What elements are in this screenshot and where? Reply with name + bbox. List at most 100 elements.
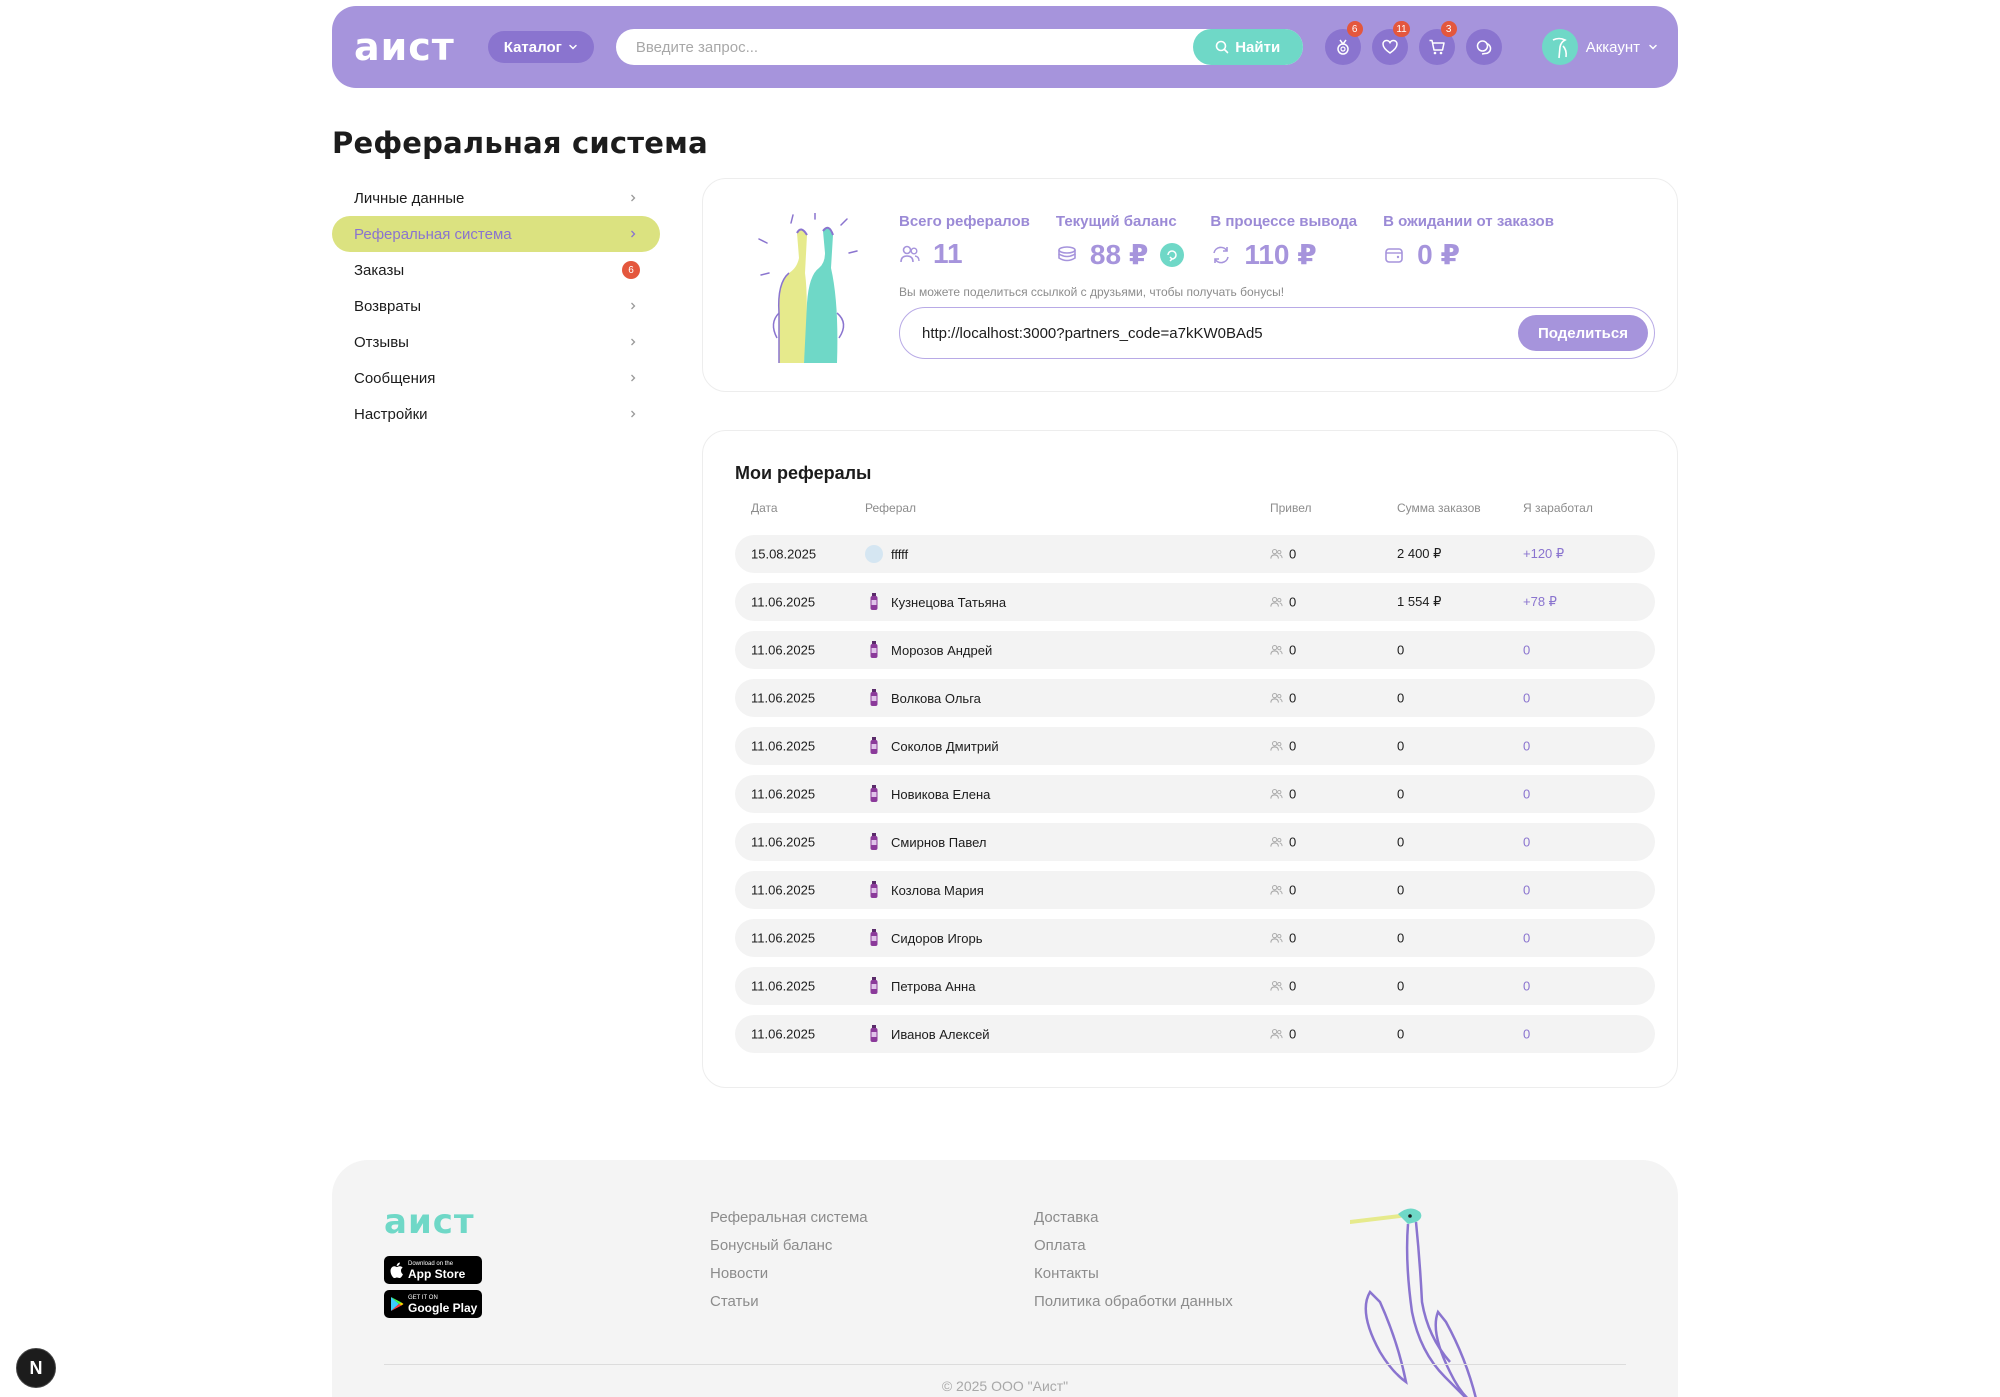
footer-logo[interactable]: аист xyxy=(384,1202,475,1242)
cell-brought: 0 xyxy=(1270,835,1296,850)
footer-link-privacy[interactable]: Политика обработки данных xyxy=(1034,1288,1233,1316)
chevron-right-icon xyxy=(631,338,636,346)
withdraw-button[interactable] xyxy=(1160,242,1185,267)
sidebar-item-orders[interactable]: Заказы 6 xyxy=(332,252,660,288)
users-icon xyxy=(1270,645,1283,655)
cell-sum: 0 xyxy=(1397,738,1405,754)
cell-date: 11.06.2025 xyxy=(751,690,816,706)
table-row[interactable]: 11.06.2025 Морозов Андрей 0 0 0 xyxy=(735,631,1655,669)
table-row[interactable]: 11.06.2025 Смирнов Павел 0 0 0 xyxy=(735,823,1655,861)
heart-icon xyxy=(1381,39,1398,54)
cell-earned: 0 xyxy=(1523,1026,1531,1042)
cell-earned: 0 xyxy=(1523,882,1531,898)
sidebar-item-reviews[interactable]: Отзывы xyxy=(332,324,660,360)
footer-link-payment[interactable]: Оплата xyxy=(1034,1232,1233,1260)
favorites-button[interactable]: 11 xyxy=(1371,21,1410,65)
cell-referral: Волкова Ольга xyxy=(865,689,981,707)
cell-sum: 1 554 ₽ xyxy=(1397,594,1442,609)
chevron-down-icon xyxy=(1649,44,1657,50)
table-row[interactable]: 11.06.2025 Кузнецова Татьяна 0 1 554 ₽ +78 ₽ xyxy=(735,583,1655,621)
table-row[interactable]: 11.06.2025 Сидоров Игорь 0 0 0 xyxy=(735,919,1655,957)
referral-summary-card: Всего рефералов 11 Текущий баланс 88 ₽ В… xyxy=(702,178,1678,392)
cell-date: 11.06.2025 xyxy=(751,1026,816,1042)
share-link[interactable]: http://localhost:3000?partners_code=a7kK… xyxy=(922,325,1263,342)
cell-sum: 2 400 ₽ xyxy=(1397,546,1442,561)
sidebar-item-returns[interactable]: Возвраты xyxy=(332,288,660,324)
search-icon xyxy=(1215,40,1229,54)
cell-sum: 0 xyxy=(1397,882,1405,898)
cell-date: 11.06.2025 xyxy=(751,642,816,658)
referral-name: Соколов Дмитрий xyxy=(891,738,999,754)
footer-link-contacts[interactable]: Контакты xyxy=(1034,1260,1233,1288)
stat-current-balance: Текущий баланс 88 ₽ xyxy=(1056,213,1185,271)
sidebar-item-settings[interactable]: Настройки xyxy=(332,396,660,432)
search-button[interactable]: Найти xyxy=(1192,29,1303,65)
referral-stats: Всего рефералов 11 Текущий баланс 88 ₽ В… xyxy=(899,213,1580,271)
users-icon xyxy=(1270,693,1283,703)
table-row[interactable]: 11.06.2025 Волкова Ольга 0 0 0 xyxy=(735,679,1655,717)
brought-count: 0 xyxy=(1289,786,1297,802)
app-store-button[interactable]: Download on the App Store xyxy=(384,1256,482,1284)
referral-name: Кузнецова Татьяна xyxy=(891,594,1007,610)
footer-link-bonus[interactable]: Бонусный баланс xyxy=(710,1232,868,1260)
column-header-referral: Реферал xyxy=(865,501,917,515)
cell-referral: Петрова Анна xyxy=(865,977,975,995)
footer-link-referral[interactable]: Реферальная система xyxy=(710,1204,868,1232)
users-icon xyxy=(1270,981,1283,991)
brought-count: 0 xyxy=(1289,690,1297,706)
table-header: Дата Реферал Привел Сумма заказов Я зара… xyxy=(735,501,1655,521)
share-button[interactable]: Поделиться xyxy=(1517,315,1648,351)
referral-name: Сидоров Игорь xyxy=(891,930,983,946)
share-link-box: http://localhost:3000?partners_code=a7kK… xyxy=(899,307,1655,359)
google-play-button[interactable]: GET IT ON Google Play xyxy=(384,1290,482,1318)
sidebar-item-personal-data[interactable]: Личные данные xyxy=(332,180,660,216)
site-footer: аист Download on the App Store GET IT ON… xyxy=(332,1160,1678,1397)
cell-brought: 0 xyxy=(1270,643,1296,658)
copyright: © 2025 ООО "Аист" xyxy=(941,1378,1069,1394)
footer-link-delivery[interactable]: Доставка xyxy=(1034,1204,1233,1232)
cell-referral: Козлова Мария xyxy=(865,881,984,899)
search-input[interactable] xyxy=(615,38,1193,56)
table-row[interactable]: 15.08.2025 fffff 0 2 400 ₽ +120 ₽ xyxy=(735,535,1655,573)
referral-name: Петрова Анна xyxy=(891,978,976,994)
sidebar-item-referral-system[interactable]: Реферальная система xyxy=(332,216,660,252)
favorites-badge: 11 xyxy=(1393,21,1410,37)
table-row[interactable]: 11.06.2025 Иванов Алексей 0 0 0 xyxy=(735,1015,1655,1053)
bonus-icon xyxy=(1336,39,1349,55)
cell-sum: 0 xyxy=(1397,642,1405,658)
chat-icon xyxy=(1476,40,1491,55)
wallet-icon xyxy=(1385,247,1403,263)
cell-earned: +120 ₽ xyxy=(1523,546,1565,561)
bottle-avatar-icon xyxy=(865,641,883,659)
cell-date: 11.06.2025 xyxy=(751,738,816,754)
search-button-label: Найти xyxy=(1235,38,1281,56)
footer-link-articles[interactable]: Статьи xyxy=(710,1288,868,1316)
referrals-table-card: Мои рефералы Дата Реферал Привел Сумма з… xyxy=(702,430,1678,1088)
messages-button[interactable] xyxy=(1465,29,1502,65)
table-row[interactable]: 11.06.2025 Соколов Дмитрий 0 0 0 xyxy=(735,727,1655,765)
table-row[interactable]: 11.06.2025 Новикова Елена 0 0 0 xyxy=(735,775,1655,813)
catalog-button[interactable]: Каталог xyxy=(487,31,594,63)
account-menu[interactable]: Аккаунт xyxy=(1541,29,1658,65)
app-store-big: App Store xyxy=(408,1266,466,1281)
account-label: Аккаунт xyxy=(1585,38,1640,56)
sidebar-item-label: Настройки xyxy=(354,405,428,423)
brought-count: 0 xyxy=(1289,1026,1297,1042)
sidebar-item-messages[interactable]: Сообщения xyxy=(332,360,660,396)
cell-date: 11.06.2025 xyxy=(751,930,816,946)
dev-tools-badge[interactable]: N xyxy=(16,1348,56,1388)
cell-referral: Иванов Алексей xyxy=(865,1025,990,1043)
cell-sum: 0 xyxy=(1397,786,1405,802)
bonus-button[interactable]: 6 xyxy=(1324,21,1363,65)
footer-link-news[interactable]: Новости xyxy=(710,1260,868,1288)
cell-date: 11.06.2025 xyxy=(751,882,816,898)
bottle-avatar-icon xyxy=(865,881,883,899)
cart-button[interactable]: 3 xyxy=(1418,21,1457,65)
site-logo[interactable]: аист xyxy=(354,25,480,69)
table-row[interactable]: 11.06.2025 Петрова Анна 0 0 0 xyxy=(735,967,1655,1005)
account-sidebar: Личные данные Реферальная система Заказы… xyxy=(332,180,660,432)
cell-date: 15.08.2025 xyxy=(751,546,817,562)
chevron-right-icon xyxy=(631,194,636,202)
chevron-right-icon xyxy=(631,230,636,238)
table-row[interactable]: 11.06.2025 Козлова Мария 0 0 0 xyxy=(735,871,1655,909)
